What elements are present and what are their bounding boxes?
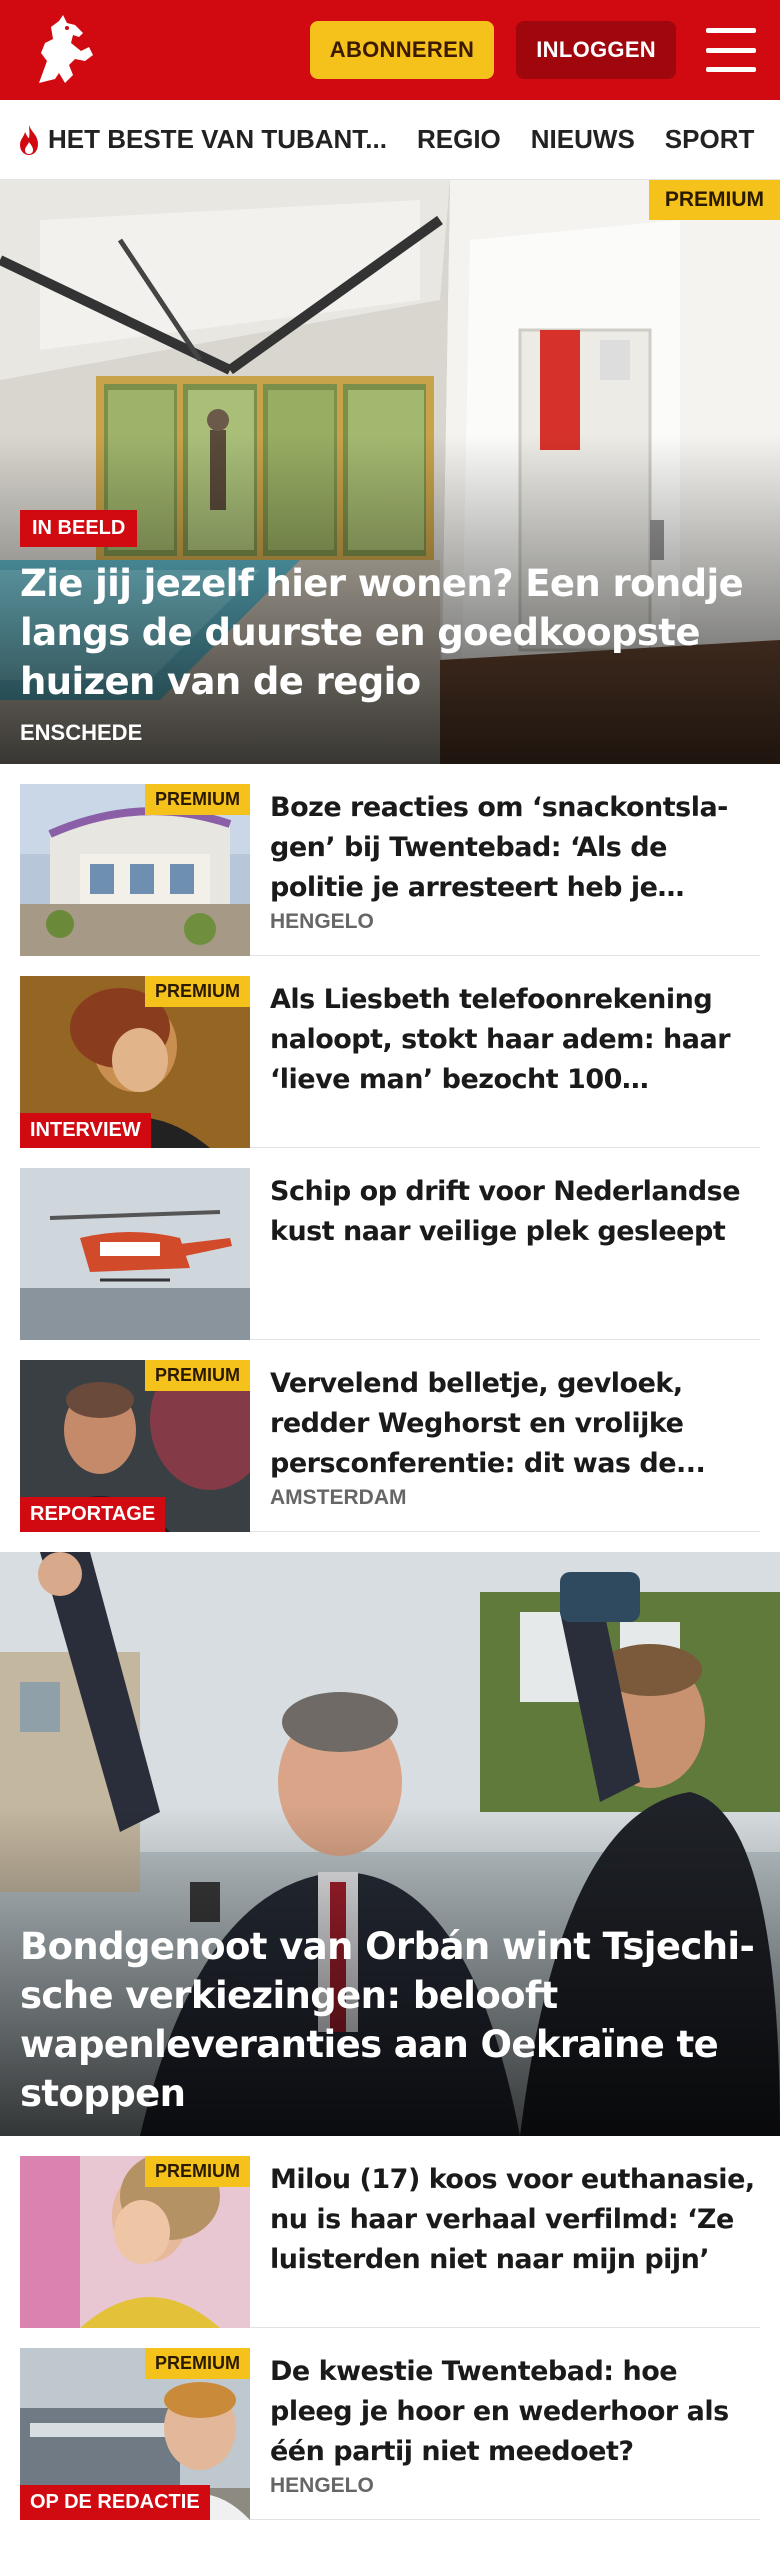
article-item[interactable]: PREMIUM Milou (17) koos voor euthanasie,… xyxy=(20,2156,760,2328)
premium-badge: PREMIUM xyxy=(145,976,250,1007)
article-thumbnail: PREMIUM xyxy=(20,784,250,956)
article-location: HENGELO xyxy=(270,2474,374,2497)
login-button[interactable]: INLOGGEN xyxy=(516,21,676,79)
article-item[interactable]: PREMIUM Boze reacties om ‘snackontsla­ge… xyxy=(20,784,760,956)
nav-label: HET BESTE VAN TUBANT... xyxy=(48,124,387,154)
nav-item-sport[interactable]: SPORT xyxy=(665,124,755,155)
article-title[interactable]: Als Liesbeth telefoonrekening naloopt, s… xyxy=(270,980,760,1100)
category-label: OP DE REDACTIE xyxy=(20,2485,210,2520)
section-nav: HET BESTE VAN TUBANT... REGIO NIEUWS SPO… xyxy=(0,100,780,180)
article-title[interactable]: Schip op drift voor Nederlandse kust naa… xyxy=(270,1172,760,1252)
header-actions: ABONNEREN INLOGGEN xyxy=(309,21,756,79)
article-title[interactable]: Vervelend belletje, gevloek, redder Wegh… xyxy=(270,1364,760,1484)
category-label: REPORTAGE xyxy=(20,1497,166,1532)
article-list: PREMIUM Milou (17) koos voor euthanasie,… xyxy=(0,2156,780,2520)
hero-location: ENSCHEDE xyxy=(20,720,143,745)
article-list: PREMIUM Boze reacties om ‘snackontsla­ge… xyxy=(0,784,780,1532)
premium-badge: PREMIUM xyxy=(145,784,250,815)
article-location: AMSTERDAM xyxy=(270,1486,407,1509)
article-location: HENGELO xyxy=(270,910,374,933)
article-item[interactable]: PREMIUM OP DE REDACTIE De kwestie Twente… xyxy=(20,2348,760,2520)
subscribe-button[interactable]: ABONNEREN xyxy=(309,21,495,79)
article-thumbnail: PREMIUM xyxy=(20,2156,250,2328)
nav-item-regio[interactable]: REGIO xyxy=(417,124,501,155)
article-item[interactable]: PREMIUM REPORTAGE Vervelend belletje, ge… xyxy=(20,1360,760,1532)
article-thumbnail xyxy=(20,1168,250,1340)
site-header: ABONNEREN INLOGGEN xyxy=(0,0,780,100)
article-thumbnail: PREMIUM OP DE REDACTIE xyxy=(20,2348,250,2520)
article-item[interactable]: PREMIUM INTERVIEW Als Liesbeth telefoonr… xyxy=(20,976,760,1148)
hero-article[interactable]: Bondgenoot van Orbán wint Tsjechi­sche v… xyxy=(0,1552,780,2136)
premium-badge: PREMIUM xyxy=(648,180,780,220)
article-title[interactable]: Milou (17) koos voor euthanasie, nu is h… xyxy=(270,2160,760,2280)
hamburger-menu-icon[interactable] xyxy=(706,28,756,72)
horse-logo-icon[interactable] xyxy=(22,8,106,92)
premium-badge: PREMIUM xyxy=(145,1360,250,1391)
premium-badge: PREMIUM xyxy=(145,2348,250,2379)
hero-title[interactable]: Zie jij jezelf hier wonen? Een rondje la… xyxy=(20,559,760,706)
article-title[interactable]: Boze reacties om ‘snackontsla­gen’ bij T… xyxy=(270,788,760,908)
category-label: IN BEELD xyxy=(20,510,138,547)
hero-title[interactable]: Bondgenoot van Orbán wint Tsjechi­sche v… xyxy=(20,1922,760,2118)
flame-icon xyxy=(20,124,38,155)
nav-item-best-of[interactable]: HET BESTE VAN TUBANT... xyxy=(16,124,387,156)
article-title[interactable]: De kwestie Twentebad: hoe pleeg je hoor … xyxy=(270,2352,760,2472)
premium-badge: PREMIUM xyxy=(145,2156,250,2187)
article-thumbnail: PREMIUM REPORTAGE xyxy=(20,1360,250,1532)
article-thumbnail: PREMIUM INTERVIEW xyxy=(20,976,250,1148)
hero-article[interactable]: PREMIUM IN BEELD Zie jij jezelf hier won… xyxy=(0,180,780,764)
nav-item-nieuws[interactable]: NIEUWS xyxy=(531,124,635,155)
article-item[interactable]: Schip op drift voor Nederlandse kust naa… xyxy=(20,1168,760,1340)
category-label: INTERVIEW xyxy=(20,1113,151,1148)
